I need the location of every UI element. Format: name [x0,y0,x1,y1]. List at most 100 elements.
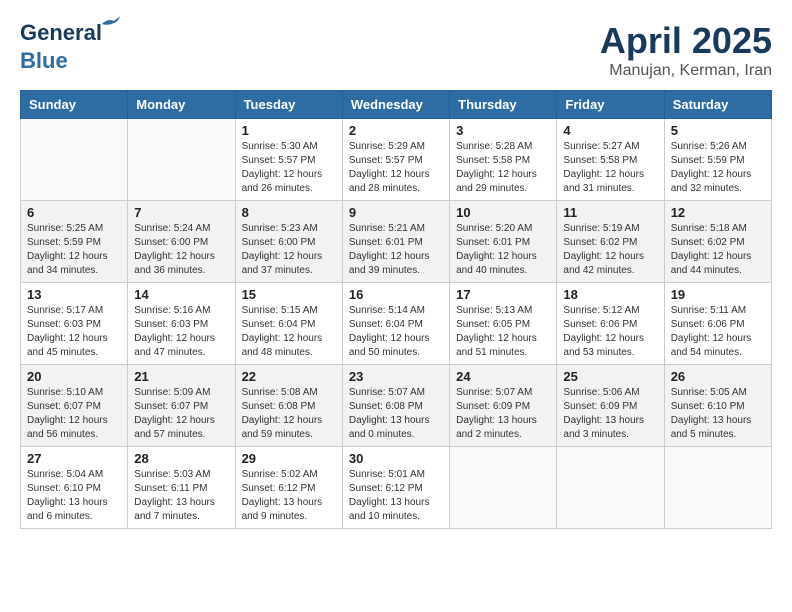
day-number: 10 [456,205,550,220]
day-number: 19 [671,287,765,302]
day-number: 26 [671,369,765,384]
day-info: Sunrise: 5:21 AM Sunset: 6:01 PM Dayligh… [349,222,443,278]
day-info: Sunrise: 5:12 AM Sunset: 6:06 PM Dayligh… [563,304,657,360]
calendar-cell: 17 Sunrise: 5:13 AM Sunset: 6:05 PM Dayli… [450,283,557,365]
day-info: Sunrise: 5:15 AM Sunset: 6:04 PM Dayligh… [242,304,336,360]
day-info: Sunrise: 5:11 AM Sunset: 6:06 PM Dayligh… [671,304,765,360]
calendar-cell: 28Sunrise: 5:03 AM Sunset: 6:11 PM Dayli… [128,447,235,529]
title-block: April 2025 Manujan, Kerman, Iran [600,20,772,80]
calendar-cell: 12 Sunrise: 5:18 AM Sunset: 6:02 PM Dayli… [664,201,771,283]
day-number: 25 [563,369,657,384]
day-info: Sunrise: 5:04 AM Sunset: 6:10 PM Dayligh… [27,468,121,524]
calendar-cell: 3Sunrise: 5:28 AM Sunset: 5:58 PM Daylig… [450,119,557,201]
day-info: Sunrise: 5:24 AM Sunset: 6:00 PM Dayligh… [134,222,228,278]
month-title: April 2025 [600,20,772,62]
calendar-cell: 23 Sunrise: 5:07 AM Sunset: 6:08 PM Dayli… [342,365,449,447]
day-number: 11 [563,205,657,220]
day-info: Sunrise: 5:07 AM Sunset: 6:08 PM Dayligh… [349,386,443,442]
day-info: Sunrise: 5:10 AM Sunset: 6:07 PM Dayligh… [27,386,121,442]
calendar-cell: 7 Sunrise: 5:24 AM Sunset: 6:00 PM Daylig… [128,201,235,283]
calendar-cell [450,447,557,529]
calendar-cell [128,119,235,201]
day-info: Sunrise: 5:18 AM Sunset: 6:02 PM Dayligh… [671,222,765,278]
calendar-cell: 25 Sunrise: 5:06 AM Sunset: 6:09 PM Dayli… [557,365,664,447]
day-number: 13 [27,287,121,302]
calendar-cell: 10 Sunrise: 5:20 AM Sunset: 6:01 PM Dayli… [450,201,557,283]
calendar-cell: 13 Sunrise: 5:17 AM Sunset: 6:03 PM Dayli… [21,283,128,365]
day-info: Sunrise: 5:05 AM Sunset: 6:10 PM Dayligh… [671,386,765,442]
calendar-cell [557,447,664,529]
day-info: Sunrise: 5:13 AM Sunset: 6:05 PM Dayligh… [456,304,550,360]
calendar-cell: 11 Sunrise: 5:19 AM Sunset: 6:02 PM Dayli… [557,201,664,283]
calendar-cell: 24 Sunrise: 5:07 AM Sunset: 6:09 PM Dayli… [450,365,557,447]
logo: General Blue [20,20,102,74]
calendar-header-sunday: Sunday [21,91,128,119]
day-number: 22 [242,369,336,384]
day-info: Sunrise: 5:25 AM Sunset: 5:59 PM Dayligh… [27,222,121,278]
calendar-cell: 8 Sunrise: 5:23 AM Sunset: 6:00 PM Daylig… [235,201,342,283]
day-number: 7 [134,205,228,220]
day-number: 2 [349,123,443,138]
calendar-week-row: 6 Sunrise: 5:25 AM Sunset: 5:59 PM Daylig… [21,201,772,283]
calendar-cell [664,447,771,529]
day-info: Sunrise: 5:27 AM Sunset: 5:58 PM Dayligh… [563,140,657,196]
location: Manujan, Kerman, Iran [600,62,772,80]
day-number: 17 [456,287,550,302]
calendar-cell: 2 Sunrise: 5:29 AM Sunset: 5:57 PM Daylig… [342,119,449,201]
day-info: Sunrise: 5:20 AM Sunset: 6:01 PM Dayligh… [456,222,550,278]
calendar-week-row: 1Sunrise: 5:30 AM Sunset: 5:57 PM Daylig… [21,119,772,201]
day-number: 3 [456,123,550,138]
day-number: 20 [27,369,121,384]
calendar-cell: 5 Sunrise: 5:26 AM Sunset: 5:59 PM Daylig… [664,119,771,201]
day-info: Sunrise: 5:09 AM Sunset: 6:07 PM Dayligh… [134,386,228,442]
day-number: 6 [27,205,121,220]
logo-bird-icon [100,16,120,30]
logo-general: General [20,20,102,45]
day-number: 5 [671,123,765,138]
day-info: Sunrise: 5:26 AM Sunset: 5:59 PM Dayligh… [671,140,765,196]
calendar-week-row: 27Sunrise: 5:04 AM Sunset: 6:10 PM Dayli… [21,447,772,529]
day-number: 23 [349,369,443,384]
day-info: Sunrise: 5:03 AM Sunset: 6:11 PM Dayligh… [134,468,228,524]
calendar-cell: 16Sunrise: 5:14 AM Sunset: 6:04 PM Dayli… [342,283,449,365]
calendar-week-row: 13 Sunrise: 5:17 AM Sunset: 6:03 PM Dayli… [21,283,772,365]
calendar-cell: 1Sunrise: 5:30 AM Sunset: 5:57 PM Daylig… [235,119,342,201]
day-number: 30 [349,451,443,466]
day-info: Sunrise: 5:17 AM Sunset: 6:03 PM Dayligh… [27,304,121,360]
day-number: 4 [563,123,657,138]
calendar-cell: 9Sunrise: 5:21 AM Sunset: 6:01 PM Daylig… [342,201,449,283]
day-info: Sunrise: 5:02 AM Sunset: 6:12 PM Dayligh… [242,468,336,524]
calendar-header-tuesday: Tuesday [235,91,342,119]
day-number: 8 [242,205,336,220]
calendar-header-monday: Monday [128,91,235,119]
calendar-cell: 26 Sunrise: 5:05 AM Sunset: 6:10 PM Dayli… [664,365,771,447]
day-number: 21 [134,369,228,384]
logo-blue: Blue [20,48,68,74]
day-info: Sunrise: 5:16 AM Sunset: 6:03 PM Dayligh… [134,304,228,360]
calendar-cell: 20 Sunrise: 5:10 AM Sunset: 6:07 PM Dayli… [21,365,128,447]
day-info: Sunrise: 5:08 AM Sunset: 6:08 PM Dayligh… [242,386,336,442]
calendar-cell: 22 Sunrise: 5:08 AM Sunset: 6:08 PM Dayli… [235,365,342,447]
calendar-header-friday: Friday [557,91,664,119]
day-number: 1 [242,123,336,138]
day-number: 12 [671,205,765,220]
day-info: Sunrise: 5:29 AM Sunset: 5:57 PM Dayligh… [349,140,443,196]
day-number: 18 [563,287,657,302]
calendar-header-thursday: Thursday [450,91,557,119]
day-info: Sunrise: 5:06 AM Sunset: 6:09 PM Dayligh… [563,386,657,442]
calendar-header-row: SundayMondayTuesdayWednesdayThursdayFrid… [21,91,772,119]
calendar-cell: 15 Sunrise: 5:15 AM Sunset: 6:04 PM Dayli… [235,283,342,365]
day-number: 29 [242,451,336,466]
page-header: General Blue April 2025 Manujan, Kerman,… [20,20,772,80]
day-info: Sunrise: 5:23 AM Sunset: 6:00 PM Dayligh… [242,222,336,278]
calendar-cell: 6 Sunrise: 5:25 AM Sunset: 5:59 PM Daylig… [21,201,128,283]
day-info: Sunrise: 5:07 AM Sunset: 6:09 PM Dayligh… [456,386,550,442]
day-number: 15 [242,287,336,302]
calendar-cell: 30Sunrise: 5:01 AM Sunset: 6:12 PM Dayli… [342,447,449,529]
calendar-week-row: 20 Sunrise: 5:10 AM Sunset: 6:07 PM Dayli… [21,365,772,447]
calendar-table: SundayMondayTuesdayWednesdayThursdayFrid… [20,90,772,529]
day-info: Sunrise: 5:19 AM Sunset: 6:02 PM Dayligh… [563,222,657,278]
calendar-cell: 21 Sunrise: 5:09 AM Sunset: 6:07 PM Dayli… [128,365,235,447]
day-number: 24 [456,369,550,384]
calendar-cell [21,119,128,201]
